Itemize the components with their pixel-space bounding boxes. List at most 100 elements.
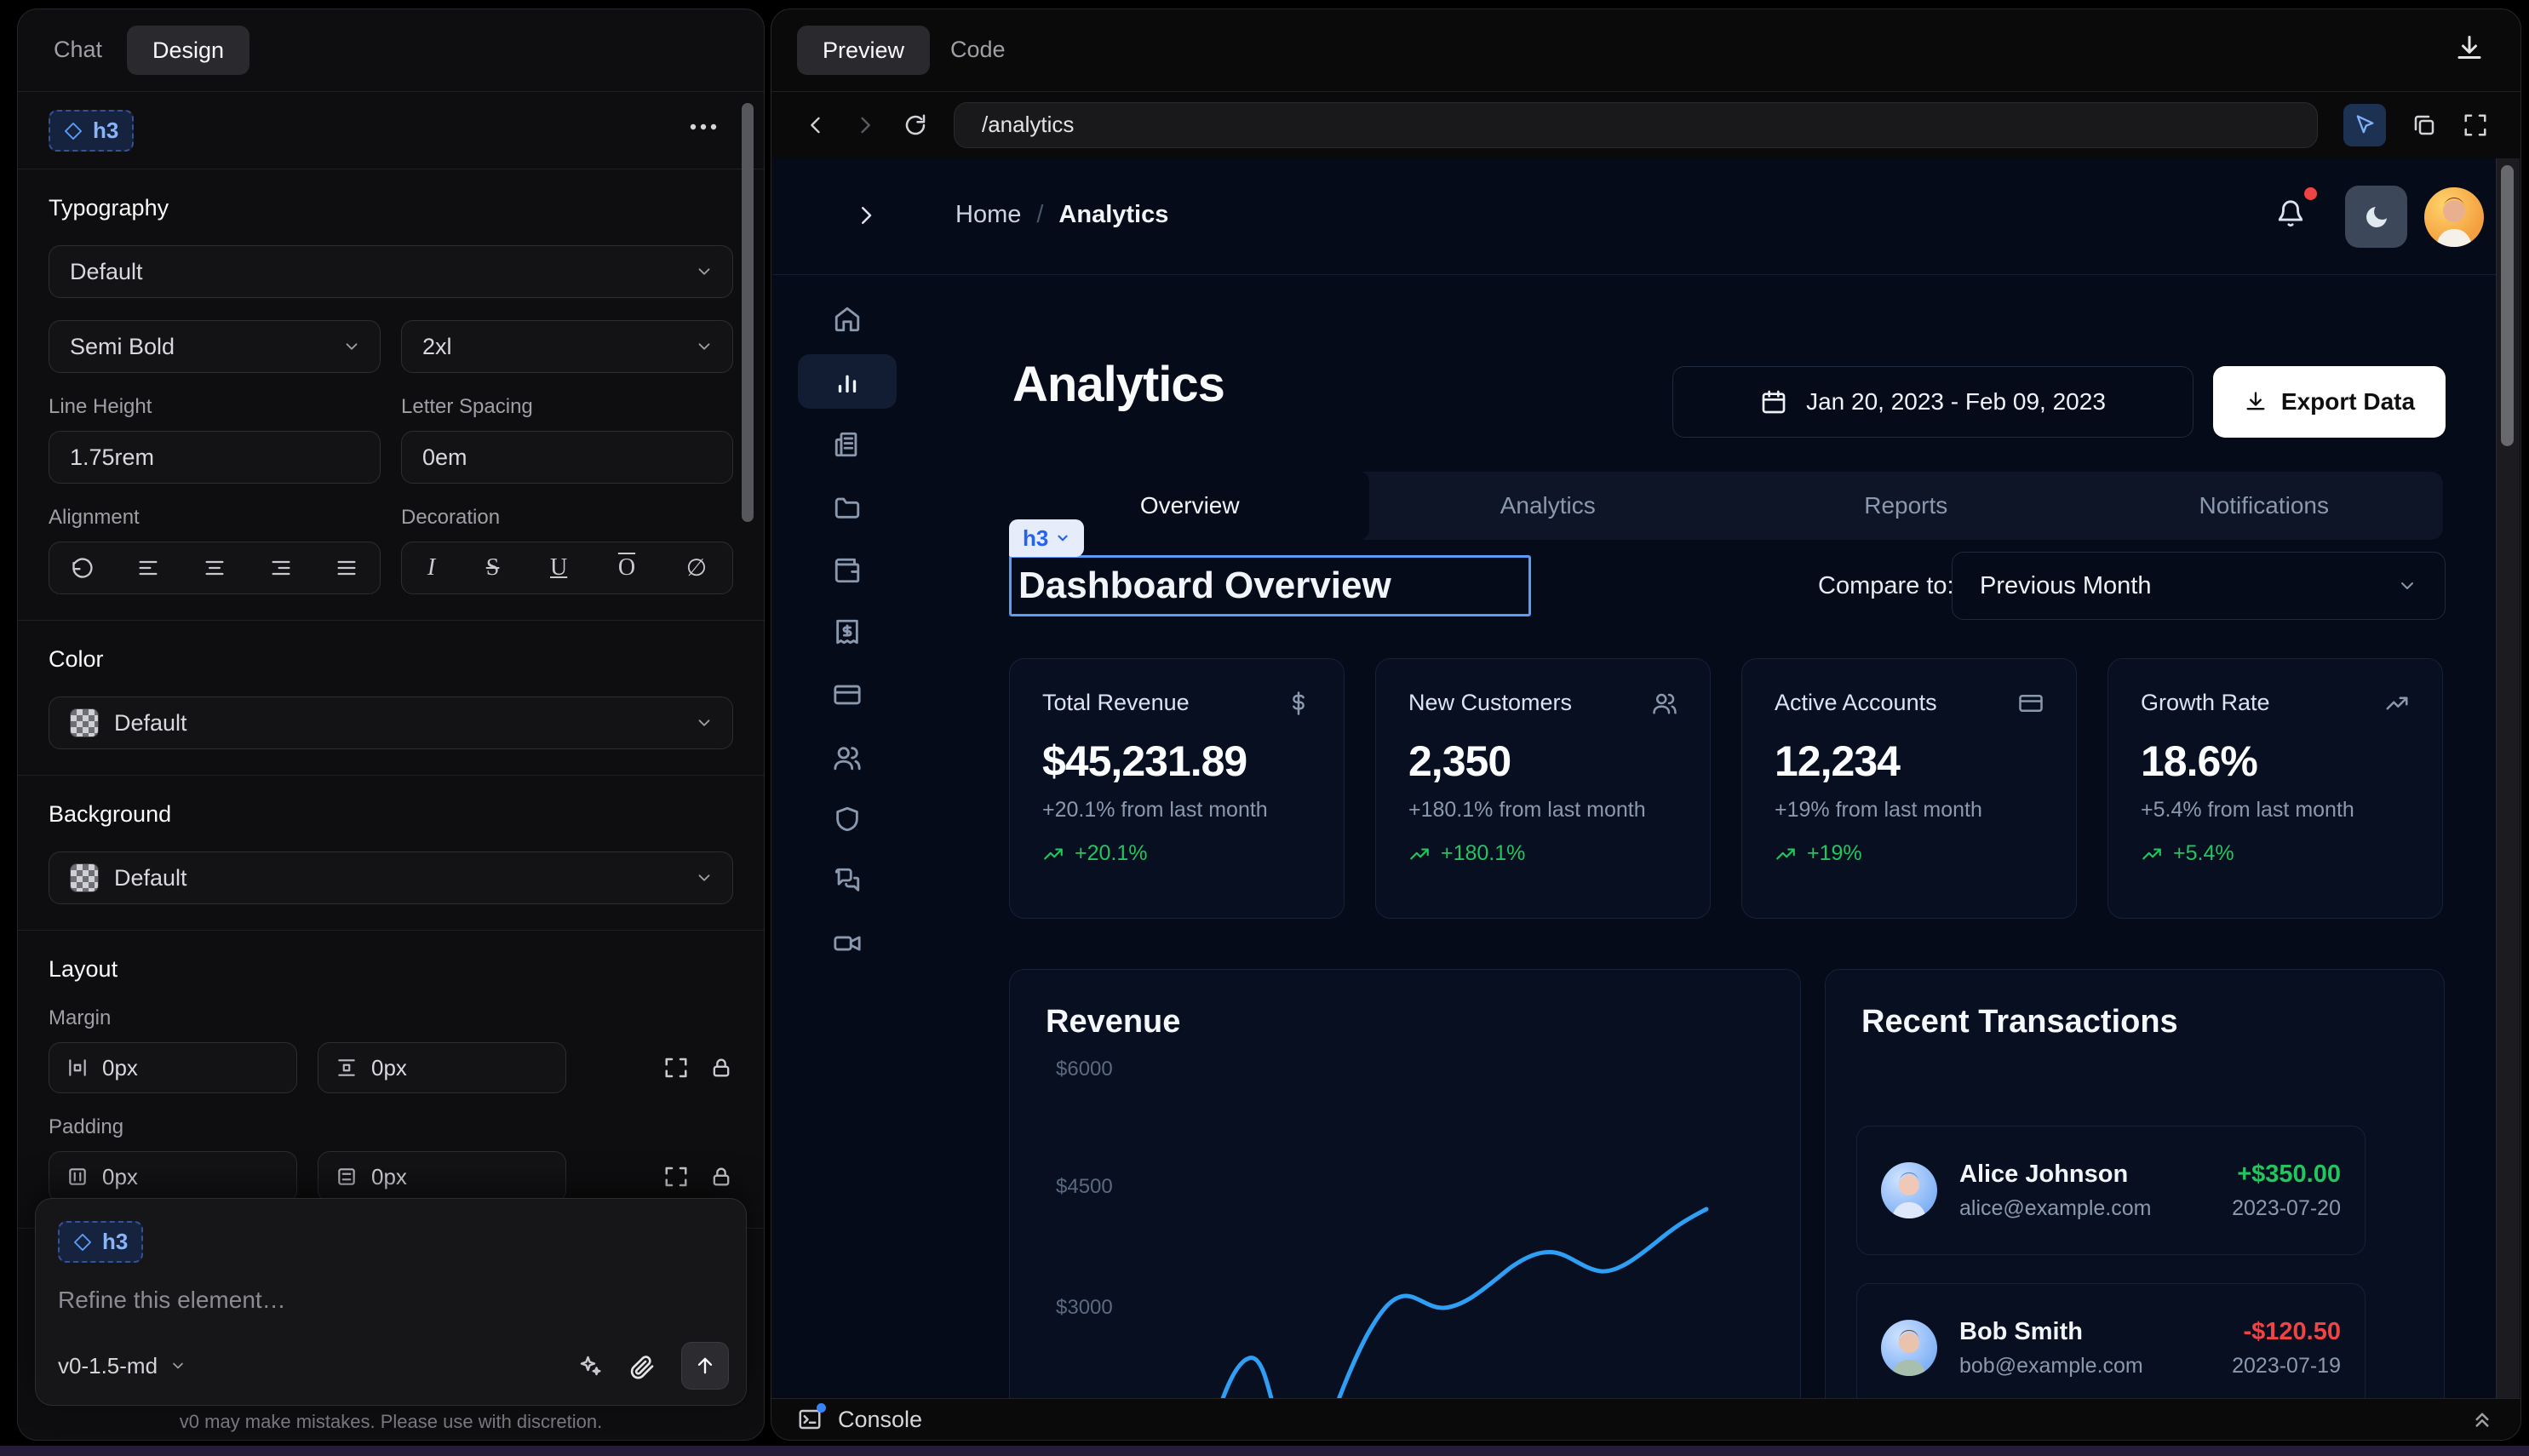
transaction-row[interactable]: Alice Johnson alice@example.com +$350.00… [1856, 1126, 2366, 1255]
nav-files[interactable] [798, 480, 897, 535]
selected-heading[interactable]: Dashboard Overview [1009, 555, 1531, 616]
breadcrumb-home[interactable]: Home [955, 201, 1021, 229]
padding-y-input[interactable]: 0px [318, 1151, 566, 1202]
font-size-select[interactable]: 2xl [401, 320, 733, 373]
chevron-down-icon [695, 714, 714, 732]
refresh-icon[interactable] [903, 112, 928, 138]
selected-tag-badge[interactable]: h3 [1009, 519, 1084, 557]
strikethrough-icon[interactable]: S [486, 554, 500, 582]
font-family-select[interactable]: Default [49, 245, 733, 298]
margin-y-input[interactable]: 0px [318, 1042, 566, 1093]
console-label: Console [838, 1407, 922, 1433]
nav-security[interactable] [798, 792, 897, 846]
copy-icon[interactable] [2411, 112, 2437, 138]
arrow-up-icon [693, 1354, 717, 1378]
breadcrumb-current: Analytics [1058, 201, 1168, 229]
revenue-line-chart [1010, 970, 1801, 1398]
bell-icon[interactable] [2276, 199, 2305, 228]
transaction-row[interactable]: Bob Smith bob@example.com -$120.50 2023-… [1856, 1283, 2366, 1398]
expand-icon[interactable] [663, 1164, 689, 1189]
forward-icon[interactable] [853, 113, 877, 137]
console-bar[interactable]: Console [771, 1398, 2520, 1440]
color-select[interactable]: Default [49, 696, 733, 749]
preview-scrollbar-thumb[interactable] [2501, 165, 2514, 446]
overline-icon[interactable]: O [618, 554, 635, 582]
lock-icon[interactable] [709, 1056, 733, 1080]
revenue-chart-card: Revenue $6000 $4500 $3000 [1009, 969, 1801, 1398]
select-element-tool[interactable] [2343, 104, 2386, 146]
margin-x-input[interactable]: 0px [49, 1042, 297, 1093]
selected-heading-text: Dashboard Overview [1012, 565, 1391, 607]
align-justify-icon[interactable] [335, 556, 358, 580]
underline-icon[interactable]: U [550, 554, 567, 582]
messages-icon [833, 866, 862, 895]
selected-element-chip[interactable]: h3 [49, 110, 134, 152]
chevrons-up-icon[interactable] [2469, 1407, 2495, 1432]
chevron-down-icon [169, 1357, 186, 1374]
tab-chat[interactable]: Chat [54, 37, 102, 63]
tab-reports[interactable]: Reports [1727, 472, 2085, 540]
fullscreen-icon[interactable] [2463, 112, 2488, 138]
transaction-amount: +$350.00 [2232, 1161, 2341, 1189]
export-data-label: Export Data [2281, 388, 2415, 416]
decoration-label: Decoration [401, 506, 733, 530]
nav-video[interactable] [798, 916, 897, 971]
tab-analytics[interactable]: Analytics [1369, 472, 1728, 540]
more-menu-icon[interactable] [689, 123, 718, 131]
nav-home[interactable] [798, 292, 897, 347]
composer-element-tag: h3 [102, 1229, 128, 1255]
padding-horizontal-icon [66, 1166, 89, 1188]
inspector-scrollbar[interactable] [742, 103, 754, 522]
nav-cards[interactable] [798, 668, 897, 722]
lock-icon[interactable] [709, 1165, 733, 1189]
send-button[interactable] [681, 1342, 729, 1390]
padding-x-input[interactable]: 0px [49, 1151, 297, 1202]
nav-invoices[interactable] [798, 417, 897, 472]
alignment-group [49, 542, 381, 594]
nav-wallet[interactable] [798, 543, 897, 598]
stat-title: New Customers [1408, 690, 1572, 716]
composer-input[interactable]: Refine this element… [58, 1287, 724, 1314]
align-center-icon[interactable] [203, 556, 227, 580]
sparkles-icon[interactable] [577, 1353, 603, 1379]
avatar[interactable] [2424, 187, 2484, 247]
tab-design[interactable]: Design [127, 26, 249, 75]
sidebar-expand-icon[interactable] [853, 203, 879, 228]
nav-messages[interactable] [798, 853, 897, 908]
tab-notifications[interactable]: Notifications [2085, 472, 2444, 540]
line-height-input[interactable]: 1.75rem [49, 431, 381, 484]
paperclip-icon[interactable] [628, 1352, 656, 1379]
back-icon[interactable] [804, 113, 828, 137]
dark-mode-toggle[interactable] [2345, 186, 2407, 248]
nav-receipts[interactable] [798, 605, 897, 659]
date-range-button[interactable]: Jan 20, 2023 - Feb 09, 2023 [1672, 366, 2194, 438]
url-input[interactable]: /analytics [954, 102, 2318, 148]
diamond-icon [73, 1233, 92, 1252]
expand-icon[interactable] [663, 1055, 689, 1081]
no-decoration-icon[interactable]: ∅ [686, 553, 707, 582]
italic-icon[interactable]: I [427, 554, 435, 582]
font-weight-select[interactable]: Semi Bold [49, 320, 381, 373]
preview-scrollbar-track[interactable] [2496, 158, 2520, 1398]
moon-icon [2363, 203, 2390, 231]
download-icon[interactable] [2454, 33, 2485, 64]
model-name: v0-1.5-md [58, 1353, 158, 1379]
compare-select[interactable]: Previous Month [1952, 552, 2446, 620]
background-value: Default [114, 865, 187, 891]
align-left-icon[interactable] [136, 556, 160, 580]
nav-analytics[interactable] [798, 354, 897, 409]
trending-up-icon [1042, 843, 1064, 865]
composer-element-chip[interactable]: h3 [58, 1221, 143, 1263]
breadcrumb: Home / Analytics [955, 201, 1168, 229]
tab-code[interactable]: Code [950, 37, 1006, 63]
background-select[interactable]: Default [49, 851, 733, 904]
letter-spacing-input[interactable]: 0em [401, 431, 733, 484]
line-height-value: 1.75rem [70, 444, 154, 471]
nav-customers[interactable] [798, 731, 897, 785]
align-right-icon[interactable] [269, 556, 293, 580]
undo-icon[interactable] [71, 556, 95, 580]
model-selector[interactable]: v0-1.5-md [58, 1353, 186, 1379]
export-data-button[interactable]: Export Data [2213, 366, 2446, 438]
tab-preview[interactable]: Preview [797, 26, 930, 75]
cursor-icon [2353, 113, 2377, 137]
